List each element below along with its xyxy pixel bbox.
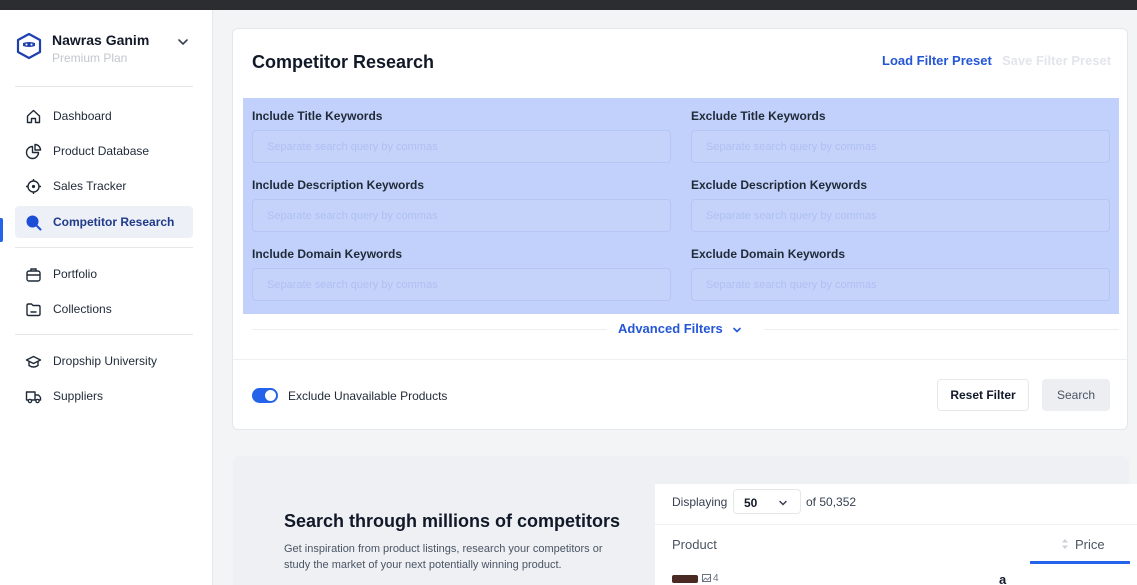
user-menu[interactable]: Nawras Ganim Premium Plan [15,30,195,70]
graduation-cap-icon [25,355,42,368]
exclude-description-input[interactable] [691,199,1110,232]
save-filter-preset-link[interactable]: Save Filter Preset [1002,53,1111,68]
user-plan: Premium Plan [52,51,128,65]
search-button[interactable]: Search [1042,379,1110,411]
sidebar-item-sales-tracker[interactable]: Sales Tracker [15,170,193,202]
load-filter-preset-link[interactable]: Load Filter Preset [882,53,992,68]
results-table: Displaying 50 of 50,352 Product Price 4 … [655,484,1137,585]
truck-icon [25,391,42,404]
sidebar-item-dashboard[interactable]: Dashboard [15,100,193,132]
sidebar-item-competitor-research[interactable]: Competitor Research [15,206,193,238]
sidebar-item-label: Sales Tracker [53,179,127,193]
crosshair-icon [26,179,41,194]
reset-filter-button[interactable]: Reset Filter [937,379,1029,411]
sidebar-divider [15,247,193,248]
keyword-filters: Include Title Keywords Exclude Title Key… [243,98,1119,314]
divider-line [252,329,607,330]
exclude-title-label: Exclude Title Keywords [691,109,826,123]
sidebar-item-suppliers[interactable]: Suppliers [15,380,193,412]
exclude-domain-label: Exclude Domain Keywords [691,247,846,261]
sidebar-divider [15,86,193,87]
sort-icon [1062,539,1068,549]
search-icon [26,215,42,231]
exclude-domain-input[interactable] [691,268,1110,301]
user-name: Nawras Ganim [52,32,150,48]
exclude-description-label: Exclude Description Keywords [691,178,868,192]
competitor-research-card: Competitor Research Load Filter Preset S… [232,28,1128,430]
store-logo-icon[interactable]: a [999,572,1006,585]
column-header-price[interactable]: Price [1061,537,1105,552]
sidebar-item-label: Collections [53,302,112,316]
image-count-value: 4 [713,573,719,584]
exclude-unavailable-label: Exclude Unavailable Products [288,389,448,403]
total-count: of 50,352 [806,495,857,509]
chevron-down-icon [779,500,787,506]
sidebar: Nawras Ganim Premium Plan Dashboard Prod… [0,10,213,585]
window-top-bar [0,0,1137,10]
sidebar-item-label: Suppliers [53,389,104,403]
briefcase-icon [26,268,41,282]
pie-chart-icon [25,143,42,160]
include-title-input[interactable] [252,130,671,163]
product-thumbnail[interactable] [672,575,698,583]
sidebar-item-label: Product Database [53,144,150,158]
sidebar-item-collections[interactable]: Collections [15,293,193,325]
image-count: 4 [702,573,719,584]
advanced-filters-toggle[interactable]: Advanced Filters [618,321,742,339]
advanced-filters-label: Advanced Filters [618,321,723,336]
divider-line [764,329,1119,330]
active-indicator [0,218,3,242]
promo-title: Search through millions of competitors [284,511,621,531]
promo-description: Get inspiration from product listings, r… [284,543,603,571]
exclude-unavailable-toggle[interactable] [252,388,278,403]
card-divider [233,359,1127,360]
chevron-down-icon [178,39,188,46]
folder-icon [26,303,41,317]
toggle-knob [265,390,276,401]
sidebar-item-label: Portfolio [53,267,98,281]
column-header-product[interactable]: Product [672,537,717,552]
per-page-value: 50 [744,496,758,510]
ninja-logo-icon [16,32,42,60]
sidebar-item-dropship-university[interactable]: Dropship University [15,345,193,377]
sidebar-item-label: Dropship University [53,354,158,368]
displaying-label: Displaying [672,495,728,509]
home-icon [26,109,41,124]
include-title-label: Include Title Keywords [252,109,383,123]
include-domain-label: Include Domain Keywords [252,247,403,261]
include-description-label: Include Description Keywords [252,178,425,192]
column-header-price-label: Price [1075,537,1105,552]
table-divider [655,524,1137,525]
sort-active-underline [1030,561,1130,564]
include-domain-input[interactable] [252,268,671,301]
image-icon [702,574,711,582]
include-description-input[interactable] [252,199,671,232]
sidebar-divider [15,334,193,335]
sidebar-item-label: Dashboard [53,109,112,123]
per-page-select[interactable]: 50 [733,489,801,514]
sidebar-item-product-database[interactable]: Product Database [15,135,193,167]
sidebar-item-label: Competitor Research [53,215,175,229]
exclude-title-input[interactable] [691,130,1110,163]
chevron-down-icon [733,327,742,333]
sidebar-item-portfolio[interactable]: Portfolio [15,258,193,290]
page-title: Competitor Research [252,52,435,72]
